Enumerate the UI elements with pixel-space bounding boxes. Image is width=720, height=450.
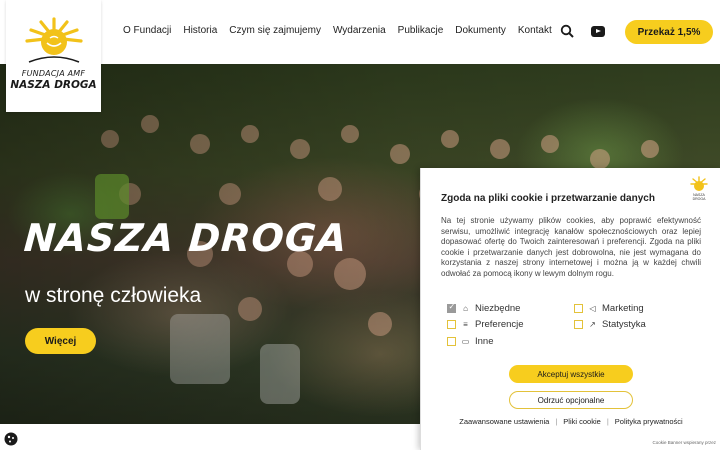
cookie-consent-dialog: Zgoda na pliki cookie i przetwarzanie da… xyxy=(420,168,720,450)
site-logo[interactable]: FUNDACJA AMF NASZA DROGA xyxy=(6,0,101,112)
site-header: O Fundacji Historia Czym się zajmujemy W… xyxy=(0,0,720,64)
cookie-title: Zgoda na pliki cookie i przetwarzanie da… xyxy=(441,193,655,204)
option-label-inne: Inne xyxy=(475,336,494,347)
checkbox-statystyka[interactable] xyxy=(574,320,583,329)
option-label-statystyka: Statystyka xyxy=(602,319,646,330)
logo-text-line1: FUNDACJA AMF xyxy=(21,69,86,78)
checkbox-marketing[interactable] xyxy=(574,304,583,313)
cookie-brand-logo: NASZA DROGA xyxy=(687,176,711,204)
checkbox-niezbedne[interactable] xyxy=(447,302,456,313)
search-icon[interactable] xyxy=(560,24,574,38)
option-marketing[interactable]: ◁ Marketing xyxy=(574,303,644,314)
sun-logo-small-icon xyxy=(690,176,708,191)
nav-item-dokumenty[interactable]: Dokumenty xyxy=(455,25,506,36)
privacy-policy-link[interactable]: Polityka prywatności xyxy=(615,417,683,426)
nav-item-wydarzenia[interactable]: Wydarzenia xyxy=(333,25,386,36)
checkbox-inne[interactable] xyxy=(447,337,456,346)
hero-subtitle: w stronę człowieka xyxy=(25,284,202,307)
nav-item-historia[interactable]: Historia xyxy=(183,25,217,36)
nav-item-o-fundacji[interactable]: O Fundacji xyxy=(123,25,171,36)
cookie-description: Na tej stronie używamy plików cookies, a… xyxy=(441,216,701,278)
option-niezbedne[interactable]: ⌂ Niezbędne xyxy=(447,302,521,314)
link-separator: | xyxy=(555,417,558,426)
advanced-settings-link[interactable]: Zaawansowane ustawienia xyxy=(459,417,549,426)
main-nav: O Fundacji Historia Czym się zajmujemy W… xyxy=(123,25,552,36)
hero-title: NASZA DROGA xyxy=(22,216,350,260)
link-separator: | xyxy=(606,417,609,426)
sliders-icon: ≡ xyxy=(463,320,468,329)
donate-button[interactable]: Przekaż 1,5% xyxy=(625,20,713,44)
reject-optional-button[interactable]: Odrzuć opcjonalne xyxy=(509,391,633,409)
option-statystyka[interactable]: ↗ Statystyka xyxy=(574,319,646,330)
nav-item-kontakt[interactable]: Kontakt xyxy=(518,25,552,36)
powered-by-text[interactable]: Cookie Banner wspierany przez xyxy=(652,440,716,445)
option-label-marketing: Marketing xyxy=(602,303,644,314)
logo-text-line2: NASZA DROGA xyxy=(10,79,97,91)
checkbox-preferencje[interactable] xyxy=(447,320,456,329)
option-label-preferencje: Preferencje xyxy=(475,319,524,330)
option-label-niezbedne: Niezbędne xyxy=(475,303,521,314)
sun-logo-icon xyxy=(24,17,83,63)
megaphone-icon: ◁ xyxy=(589,304,596,313)
option-inne[interactable]: ▭ Inne xyxy=(447,336,494,347)
nav-item-publikacje[interactable]: Publikacje xyxy=(398,25,444,36)
option-preferencje[interactable]: ≡ Preferencje xyxy=(447,319,524,330)
youtube-icon[interactable] xyxy=(591,26,605,37)
accept-all-button[interactable]: Akceptuj wszystkie xyxy=(509,365,633,383)
chat-icon: ▭ xyxy=(461,337,470,346)
cookie-logo-text: NASZA DROGA xyxy=(692,193,706,201)
more-button[interactable]: Więcej xyxy=(25,328,96,354)
chart-icon: ↗ xyxy=(589,320,596,329)
cookie-links: Zaawansowane ustawienia | Pliki cookie |… xyxy=(421,417,720,426)
cookie-settings-icon[interactable] xyxy=(4,432,18,446)
nav-item-czym-sie-zajmujemy[interactable]: Czym się zajmujemy xyxy=(229,25,321,36)
cookie-files-link[interactable]: Pliki cookie xyxy=(563,417,601,426)
home-icon: ⌂ xyxy=(463,304,468,313)
